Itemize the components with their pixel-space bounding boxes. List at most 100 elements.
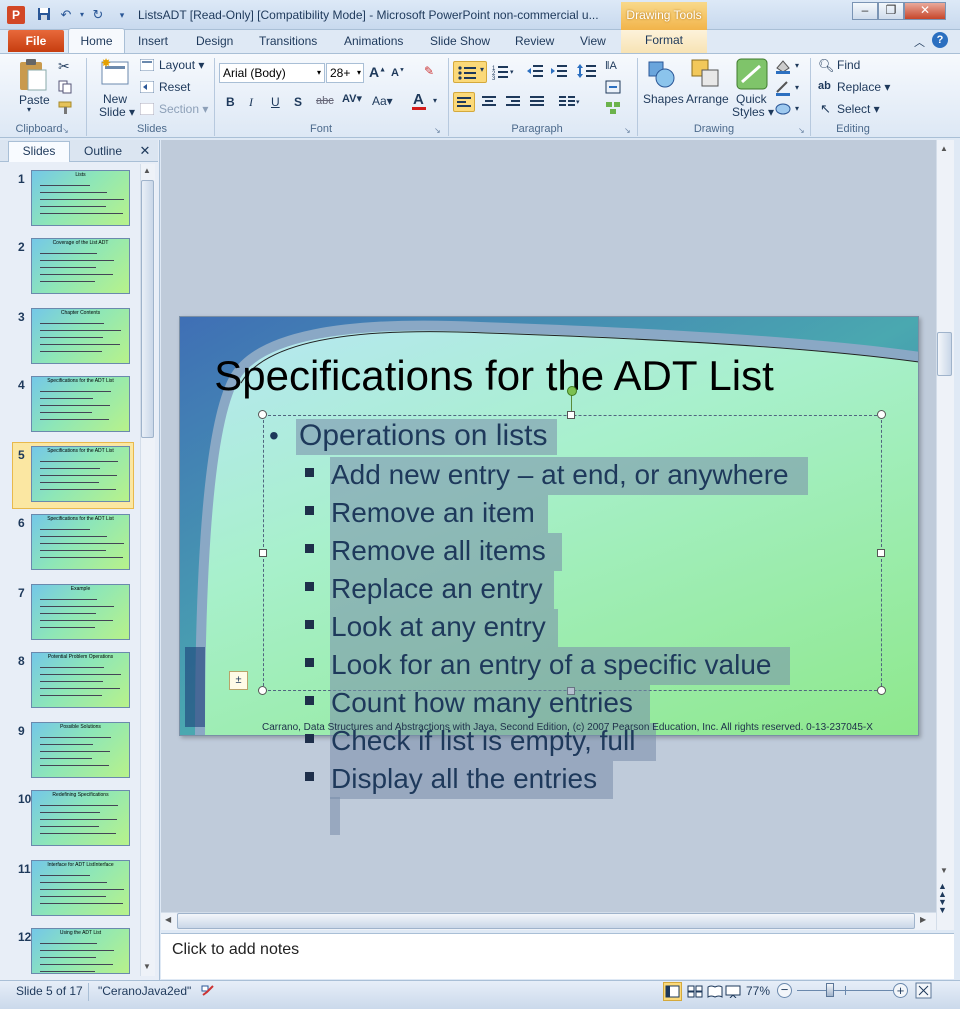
tab-insert[interactable]: Insert [138, 34, 168, 48]
resize-handle-tr[interactable] [877, 410, 886, 419]
bullets-button[interactable]: ▾ [453, 61, 487, 83]
scroll-down-icon[interactable]: ▼ [940, 866, 948, 875]
shrink-font-icon[interactable]: A▼ [391, 67, 405, 79]
horizontal-scroll-thumb[interactable] [177, 913, 915, 929]
tab-outline[interactable]: Outline [72, 144, 134, 158]
section-button[interactable]: Section ▾ [159, 102, 208, 116]
scroll-right-icon[interactable]: ▶ [920, 915, 926, 924]
sub-bullet-text[interactable]: Add new entry – at end, or anywhere [331, 459, 789, 491]
shape-outline-icon[interactable]: ▾ [774, 80, 804, 99]
align-center-icon[interactable] [481, 95, 497, 112]
slide-thumbnail[interactable]: Possible Solutions [31, 722, 130, 778]
reading-view-icon[interactable] [707, 985, 723, 1001]
tab-slide-show[interactable]: Slide Show [430, 34, 490, 48]
arrange-button[interactable]: Arrange [686, 92, 729, 106]
layout-button[interactable]: Layout ▾ [159, 58, 204, 72]
resize-handle-br[interactable] [877, 686, 886, 695]
customize-qat-icon[interactable]: ▾ [114, 7, 130, 23]
tab-review[interactable]: Review [515, 34, 554, 48]
shapes-icon[interactable] [646, 58, 676, 93]
tab-slides[interactable]: Slides [8, 141, 70, 162]
zoom-in-icon[interactable]: + [893, 983, 908, 998]
slide-thumbnail[interactable]: Specifications for the ADT List [31, 446, 130, 502]
format-painter-icon[interactable] [58, 101, 74, 118]
shape-effects-icon[interactable]: ▾ [774, 101, 804, 120]
help-icon[interactable]: ? [932, 32, 948, 48]
sub-bullet-text[interactable]: Count how many entries [331, 687, 633, 719]
select-button[interactable]: Select ▾ [837, 102, 880, 116]
normal-view-button[interactable] [663, 982, 682, 1001]
new-slide-label[interactable]: New [103, 92, 127, 106]
change-case-icon[interactable]: Aa▾ [372, 94, 393, 108]
zoom-slider-thumb[interactable] [826, 983, 834, 997]
slide-thumbnail[interactable]: Example [31, 584, 130, 640]
paste-button-label[interactable]: Paste [19, 93, 50, 107]
drawing-launcher-icon[interactable]: ↘ [798, 126, 805, 135]
justify-icon[interactable] [529, 95, 545, 112]
slide-thumbnail[interactable]: Specifications for the ADT List [31, 514, 130, 570]
tab-transitions[interactable]: Transitions [259, 34, 317, 48]
text-direction-icon[interactable]: ‖A [605, 57, 625, 76]
chevron-down-icon[interactable]: ▾ [433, 96, 437, 105]
undo-dropdown-icon[interactable]: ▾ [74, 7, 90, 23]
reset-button[interactable]: Reset [159, 80, 190, 94]
strikethrough-icon[interactable]: abc [316, 95, 334, 107]
shape-fill-icon[interactable]: ▾ [774, 58, 804, 77]
tab-animations[interactable]: Animations [344, 34, 403, 48]
redo-icon[interactable]: ↻ [90, 7, 106, 23]
scroll-up-icon[interactable]: ▲ [143, 166, 151, 175]
restore-button[interactable]: ❐ [878, 2, 904, 20]
select-cursor-icon[interactable]: ↖ [820, 101, 831, 117]
paragraph-launcher-icon[interactable]: ↘ [624, 126, 631, 135]
quick-styles-icon[interactable] [736, 58, 768, 93]
vertical-scroll-thumb[interactable] [937, 332, 952, 376]
chevron-down-icon[interactable]: ▾ [357, 64, 361, 82]
slide-sorter-icon[interactable] [687, 985, 703, 1001]
text-shadow-icon[interactable]: S [294, 95, 302, 109]
next-slide-icon[interactable]: ▼ ▼ [938, 898, 947, 915]
clear-formatting-icon[interactable]: ✎ [424, 64, 434, 78]
theme-name-status[interactable]: "CeranoJava2ed" [98, 984, 191, 998]
grow-font-icon[interactable]: A▲ [369, 64, 386, 80]
line-spacing-icon[interactable] [577, 63, 599, 82]
slide-thumbnail[interactable]: Potential Problem Operations [31, 652, 130, 708]
columns-icon[interactable]: ▾ [559, 95, 581, 112]
minimize-ribbon-icon[interactable]: ︿ [914, 34, 925, 50]
slide-title[interactable]: Specifications for the ADT List [0, 352, 960, 400]
spelling-check-icon[interactable] [200, 983, 218, 1002]
new-slide-icon[interactable]: ✸ [100, 56, 130, 91]
resize-handle-bl[interactable] [258, 686, 267, 695]
numbering-icon[interactable]: 1 2 3 ▾ [492, 64, 516, 83]
underline-icon[interactable]: U [271, 95, 280, 109]
scroll-down-icon[interactable]: ▼ [143, 962, 151, 971]
tab-home[interactable]: Home [68, 28, 125, 54]
font-launcher-icon[interactable]: ↘ [434, 126, 441, 135]
font-name-combo[interactable]: Arial (Body) ▾ [219, 63, 325, 83]
slide-thumbnail[interactable]: Using the ADT List [31, 928, 130, 974]
close-button[interactable]: ✕ [904, 2, 946, 20]
scroll-up-icon[interactable]: ▲ [940, 144, 948, 153]
clipboard-launcher-icon[interactable]: ↘ [62, 126, 69, 135]
resize-handle-t[interactable] [567, 411, 575, 419]
zoom-level[interactable]: 77% [746, 984, 770, 998]
tab-design[interactable]: Design [196, 34, 233, 48]
replace-icon[interactable]: ab [818, 80, 831, 92]
resize-handle-r[interactable] [877, 549, 885, 557]
sub-bullet-text[interactable]: Replace an entry [331, 573, 543, 605]
slide-thumbnail[interactable]: Interface for ADT ListInterface [31, 860, 130, 916]
slide-show-icon[interactable] [725, 985, 741, 1001]
character-spacing-icon[interactable]: AV▾ [342, 92, 362, 105]
resize-handle-l[interactable] [259, 549, 267, 557]
tab-view[interactable]: View [580, 34, 606, 48]
paste-dropdown-icon[interactable]: ▾ [27, 105, 31, 114]
replace-button[interactable]: Replace ▾ [837, 80, 890, 94]
chevron-down-icon[interactable]: ▾ [480, 65, 484, 74]
shapes-button[interactable]: Shapes [643, 92, 684, 106]
undo-icon[interactable]: ↶ [58, 7, 74, 23]
quick-styles-label-2[interactable]: Styles ▾ [732, 105, 774, 119]
powerpoint-app-icon[interactable]: P [7, 6, 25, 24]
font-size-combo[interactable]: 28+ ▾ [326, 63, 364, 83]
italic-icon[interactable]: I [249, 95, 253, 110]
align-left-button[interactable] [453, 92, 475, 112]
smartart-convert-icon[interactable] [605, 101, 625, 118]
